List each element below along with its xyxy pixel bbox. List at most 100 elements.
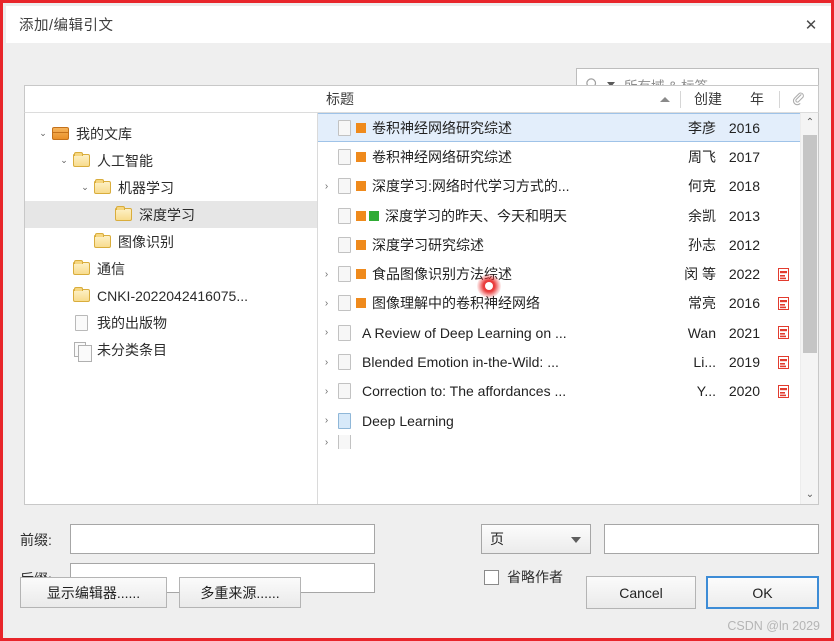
items-scrollbar[interactable]: ⌃ ⌄ bbox=[800, 113, 818, 504]
item-title: 图像理解中的卷积神经网络 bbox=[372, 295, 540, 312]
table-row[interactable]: › Correction to: The affordances ... Y... 2… bbox=[318, 377, 800, 406]
tree-item[interactable]: 通信 bbox=[25, 255, 317, 282]
tag-dot bbox=[356, 122, 366, 133]
column-header-year[interactable]: 年 bbox=[735, 89, 779, 109]
item-year: 2019 bbox=[728, 354, 760, 371]
item-creator: Wan bbox=[687, 324, 716, 341]
tree-item[interactable]: 图像识别 bbox=[25, 228, 317, 255]
tree-item[interactable]: ⌄ 机器学习 bbox=[25, 174, 317, 201]
item-title: A Review of Deep Learning on ... bbox=[362, 324, 567, 341]
folder-icon bbox=[72, 152, 91, 168]
chevron-right-icon[interactable]: › bbox=[318, 181, 335, 192]
table-row[interactable]: 卷积神经网络研究综述 周飞 2017 bbox=[318, 142, 800, 171]
item-title: Blended Emotion in-the-Wild: ... bbox=[362, 354, 559, 371]
table-row[interactable]: › 食品图像识别方法综述 闵 等 2022 bbox=[318, 259, 800, 288]
item-title: 卷积神经网络研究综述 bbox=[372, 119, 512, 136]
page-title: 添加/编辑引文 bbox=[19, 18, 114, 34]
item-title: 深度学习:网络时代学习方式的... bbox=[372, 178, 570, 195]
table-row[interactable]: › 图像理解中的卷积神经网络 常亮 2016 bbox=[318, 289, 800, 318]
items-list: 卷积神经网络研究综述 李彦 2016 卷积神经网络研究综述 周飞 2017 › 深度学习:网络… bbox=[318, 113, 818, 504]
tree-item-label: 机器学习 bbox=[118, 179, 174, 196]
chevron-right-icon[interactable]: › bbox=[318, 269, 335, 280]
item-year: 2018 bbox=[728, 178, 760, 195]
tree-item[interactable]: 我的出版物 bbox=[25, 309, 317, 336]
item-title: 卷积神经网络研究综述 bbox=[372, 148, 512, 165]
column-header-attachment[interactable] bbox=[780, 92, 818, 106]
item-title: 深度学习的昨天、今天和明天 bbox=[385, 207, 567, 224]
chevron-right-icon[interactable]: › bbox=[318, 386, 335, 397]
tree-item-label: 图像识别 bbox=[118, 233, 174, 250]
tree-item[interactable]: ⌄ 我的文库 bbox=[25, 120, 317, 147]
close-icon[interactable]: ✕ bbox=[788, 6, 831, 43]
scroll-up-icon[interactable]: ⌃ bbox=[801, 113, 818, 132]
table-row[interactable]: › 深度学习:网络时代学习方式的... 何克 2018 bbox=[318, 172, 800, 201]
chevron-right-icon[interactable]: › bbox=[318, 327, 335, 338]
table-row[interactable]: › Blended Emotion in-the-Wild: ... Li... 20… bbox=[318, 347, 800, 376]
scrollbar-thumb[interactable] bbox=[803, 135, 817, 353]
locator-value-input[interactable] bbox=[604, 524, 819, 554]
tree-item-label: CNKI-2022042416075... bbox=[97, 287, 248, 304]
tree-item-label: 未分类条目 bbox=[97, 341, 167, 358]
chevron-down-icon[interactable]: ⌄ bbox=[56, 155, 72, 166]
pdf-icon[interactable] bbox=[766, 384, 800, 398]
chevron-down-icon[interactable]: ⌄ bbox=[35, 128, 51, 139]
locator-type-select[interactable]: 页 bbox=[481, 524, 591, 554]
item-year: 2022 bbox=[728, 266, 760, 283]
chevron-right-icon[interactable]: › bbox=[318, 357, 335, 368]
item-year: 2012 bbox=[728, 236, 760, 253]
citation-dialog: 添加/编辑引文 ✕ 所有域 & 标签 标题 创建 年 bbox=[0, 0, 834, 641]
folder-icon bbox=[72, 287, 91, 303]
document-icon bbox=[335, 119, 356, 137]
pdf-icon[interactable] bbox=[766, 267, 800, 281]
table-row[interactable]: › A Review of Deep Learning on ... Wan 2021 bbox=[318, 318, 800, 347]
suppress-author-checkbox[interactable]: 省略作者 bbox=[484, 567, 563, 587]
column-header-creator[interactable]: 创建 bbox=[681, 89, 735, 109]
chevron-right-icon[interactable]: › bbox=[318, 298, 335, 309]
folder-icon bbox=[72, 260, 91, 276]
item-creator: 孙志 bbox=[688, 236, 716, 253]
tree-item[interactable]: 未分类条目 bbox=[25, 336, 317, 363]
tree-item[interactable]: 深度学习 bbox=[25, 201, 317, 228]
library-icon bbox=[51, 126, 70, 141]
table-row[interactable]: › bbox=[318, 435, 800, 450]
item-year: 2013 bbox=[728, 207, 760, 224]
items-rows-viewport: 卷积神经网络研究综述 李彦 2016 卷积神经网络研究综述 周飞 2017 › 深度学习:网络… bbox=[318, 113, 800, 504]
dialog-body: 所有域 & 标签 标题 创建 年 ⌄我的文库⌄人工智能⌄机器学习深度学习图像 bbox=[6, 43, 831, 638]
prefix-input[interactable] bbox=[70, 524, 375, 554]
pdf-icon[interactable] bbox=[766, 296, 800, 310]
checkbox-box[interactable] bbox=[484, 569, 499, 585]
tree-item[interactable]: ⌄ 人工智能 bbox=[25, 147, 317, 174]
show-editor-button[interactable]: 显示编辑器...... bbox=[20, 577, 167, 608]
paperclip-icon bbox=[792, 92, 804, 106]
column-header-title[interactable]: 标题 bbox=[318, 89, 680, 109]
document-icon bbox=[335, 207, 356, 225]
chevron-right-icon[interactable]: › bbox=[318, 437, 335, 448]
tag-dot bbox=[356, 239, 366, 250]
pdf-icon[interactable] bbox=[766, 355, 800, 369]
table-row[interactable]: › Deep Learning bbox=[318, 406, 800, 435]
item-creator: 周飞 bbox=[688, 148, 716, 165]
table-row[interactable]: 卷积神经网络研究综述 李彦 2016 bbox=[318, 113, 800, 143]
tree-item[interactable]: CNKI-2022042416075... bbox=[25, 282, 317, 309]
content-panes: ⌄ 我的文库 ⌄ 人工智能 ⌄ 机器学习 深度学习 图像识别 通信 CNKI-2022042416… bbox=[24, 113, 819, 505]
chevron-down-icon bbox=[571, 537, 581, 543]
item-title: Deep Learning bbox=[362, 412, 454, 429]
item-year: 2021 bbox=[728, 324, 760, 341]
list-column-headers: 标题 创建 年 bbox=[24, 85, 819, 113]
table-row[interactable]: 深度学习研究综述 孙志 2012 bbox=[318, 230, 800, 259]
tag-dot bbox=[356, 181, 366, 192]
scroll-down-icon[interactable]: ⌄ bbox=[801, 485, 818, 504]
ok-button[interactable]: OK bbox=[706, 576, 819, 609]
document-icon bbox=[335, 236, 356, 254]
item-creator: 何克 bbox=[688, 178, 716, 195]
document-icon bbox=[335, 382, 356, 400]
cancel-button[interactable]: Cancel bbox=[586, 576, 696, 609]
column-header-title-label: 标题 bbox=[326, 91, 354, 107]
item-creator: Li... bbox=[693, 354, 716, 371]
document-icon bbox=[335, 324, 356, 342]
chevron-down-icon[interactable]: ⌄ bbox=[77, 182, 93, 193]
multiple-sources-button[interactable]: 多重来源...... bbox=[179, 577, 301, 608]
pdf-icon[interactable] bbox=[766, 326, 800, 340]
chevron-right-icon[interactable]: › bbox=[318, 415, 335, 426]
table-row[interactable]: 深度学习的昨天、今天和明天 余凯 2013 bbox=[318, 201, 800, 230]
